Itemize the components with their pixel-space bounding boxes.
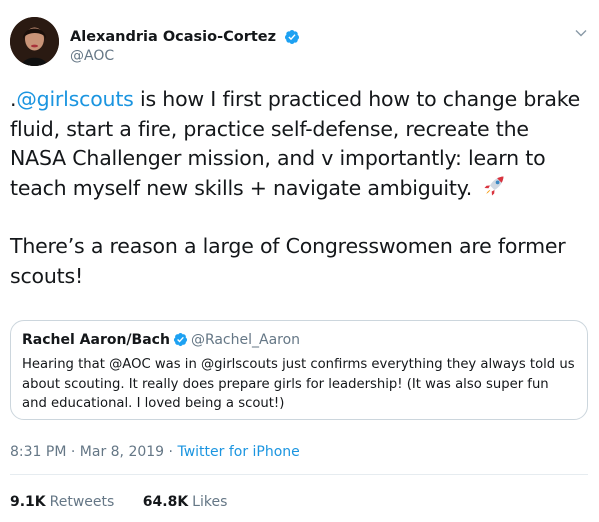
tweet-text: .@girlscouts is how I first practiced ho… (10, 85, 588, 291)
meta-separator: · (66, 444, 80, 460)
tweet-stats: 9.1K Retweets 64.8K Likes (10, 494, 251, 510)
tweet-paragraph-2: There’s a reason a large of Congresswome… (10, 234, 566, 288)
tweet-metadata: 8:31 PM · Mar 8, 2019 · Twitter for iPho… (10, 444, 300, 460)
divider (10, 474, 588, 475)
author-display-name[interactable]: Alexandria Ocasio-Cortez (70, 29, 276, 45)
verified-badge-icon (285, 29, 300, 44)
retweets-stat[interactable]: 9.1K Retweets (10, 494, 114, 510)
meta-separator: · (164, 444, 178, 460)
author-info: Alexandria Ocasio-Cortez @AOC (70, 26, 300, 64)
retweets-count: 9.1K (10, 494, 46, 510)
verified-badge-icon (173, 332, 187, 347)
quoted-tweet-text: Hearing that @AOC was in @girlscouts jus… (22, 357, 575, 411)
tweet-time[interactable]: 8:31 PM (10, 444, 66, 460)
author-handle[interactable]: @AOC (70, 48, 300, 64)
quoted-tweet[interactable]: Rachel Aaron/Bach @Rachel_Aaron Hearing … (10, 320, 588, 420)
rocket-icon (484, 176, 504, 195)
chevron-down-icon[interactable] (574, 26, 588, 40)
tweet-header: Alexandria Ocasio-Cortez @AOC (10, 12, 590, 72)
mention-link[interactable]: @girlscouts (16, 87, 134, 111)
tweet-date[interactable]: Mar 8, 2019 (80, 444, 164, 460)
quoted-author-name: Rachel Aaron/Bach (22, 332, 170, 348)
avatar[interactable] (10, 17, 59, 66)
tweet-card: Alexandria Ocasio-Cortez @AOC .@girlscou… (0, 0, 599, 522)
retweets-label: Retweets (49, 494, 115, 510)
likes-label: Likes (192, 494, 228, 510)
quoted-tweet-header: Rachel Aaron/Bach @Rachel_Aaron (22, 331, 576, 349)
avatar-image (10, 17, 59, 66)
tweet-source-link[interactable]: Twitter for iPhone (177, 444, 299, 460)
tweet-paragraph-1: .@girlscouts is how I first practiced ho… (10, 85, 588, 203)
likes-stat[interactable]: 64.8K Likes (143, 494, 228, 510)
likes-count: 64.8K (142, 494, 189, 510)
quoted-author-handle: @Rachel_Aaron (190, 332, 301, 348)
